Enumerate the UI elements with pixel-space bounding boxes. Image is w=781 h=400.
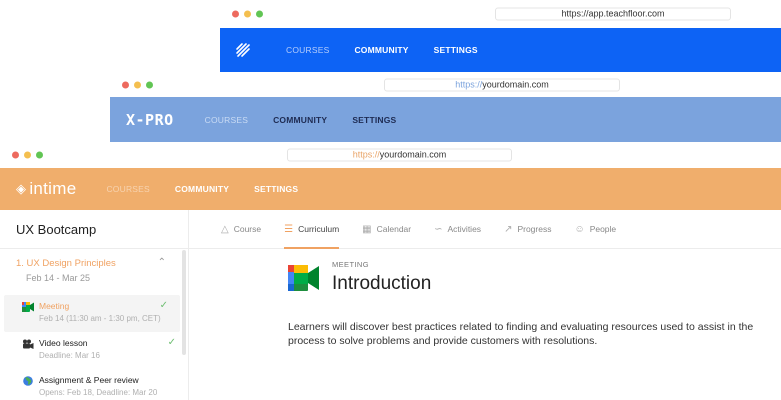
chevron-up-icon[interactable]: ⌃ [158, 257, 166, 268]
window-controls [12, 151, 43, 159]
description-line: Learners will discover best practices re… [288, 321, 754, 333]
lesson-content: △ Course ☰ Curriculum ▦ Calendar ∽ Activ… [189, 210, 781, 400]
url-host: yourdomain.com [482, 79, 549, 89]
tab-progress[interactable]: ↗ Progress [504, 210, 551, 248]
nav-community[interactable]: COMMUNITY [273, 115, 327, 125]
tab-label: Curriculum [298, 224, 340, 234]
check-icon: ✓ [167, 337, 176, 348]
lesson-item-video[interactable]: Video lesson Deadline: Mar 16 ✓ [0, 332, 188, 369]
tab-label: Course [233, 224, 262, 234]
address-bar[interactable]: https://yourdomain.com [384, 78, 620, 91]
lesson-item-assignment[interactable]: Assignment & Peer review Opens: Feb 18, … [0, 369, 188, 400]
course-tabs: △ Course ☰ Curriculum ▦ Calendar ∽ Activ… [189, 210, 781, 249]
minimize-dot[interactable] [134, 81, 141, 88]
activity-chart-icon: ∽ [434, 223, 443, 235]
list-icon: ☰ [284, 223, 294, 235]
lesson-item-meeting[interactable]: Meeting Feb 14 (11:30 am - 1:30 pm, CET)… [4, 295, 180, 332]
lesson-deadline: Deadline: Mar 16 [39, 351, 100, 360]
brand-name: intime [29, 179, 77, 198]
tab-activities[interactable]: ∽ Activities [434, 210, 481, 248]
video-camera-icon [23, 339, 34, 349]
window-controls [232, 10, 263, 18]
nav-settings[interactable]: SETTINGS [434, 45, 478, 55]
browser-window-xpro: https://yourdomain.com X-PRO COURSES COM… [110, 72, 781, 142]
browser-chrome: https://yourdomain.com [110, 72, 781, 97]
lesson-header: MEETING Introduction [288, 258, 431, 295]
tab-label: Activities [447, 224, 482, 234]
description-line: process to solve problems and provide cu… [288, 335, 598, 347]
top-nav: COURSES COMMUNITY SETTINGS [220, 28, 781, 72]
tab-curriculum[interactable]: ☰ Curriculum [284, 210, 340, 249]
tab-people[interactable]: ☺ People [574, 210, 616, 248]
teachfloor-logo-icon[interactable] [235, 42, 251, 58]
url-host: app.teachfloor.com [588, 8, 665, 19]
minimize-dot[interactable] [244, 10, 251, 18]
lesson-title: Introduction [332, 273, 432, 294]
graduation-cap-icon: △ [221, 223, 229, 235]
minimize-dot[interactable] [24, 151, 31, 159]
lesson-meta: MEETING Introduction [332, 258, 431, 295]
tab-label: Progress [517, 224, 552, 234]
course-sidebar: UX Bootcamp 1. UX Design Principles Feb … [0, 210, 189, 400]
google-meet-icon [22, 302, 34, 312]
close-dot[interactable] [232, 10, 239, 18]
url-scheme: https:// [561, 8, 589, 19]
top-nav: ◈ intime COURSES COMMUNITY SETTINGS [0, 168, 781, 210]
url-host: yourdomain.com [379, 149, 447, 160]
people-icon: ☺ [574, 223, 585, 235]
close-dot[interactable] [122, 81, 129, 88]
browser-chrome: https://app.teachfloor.com [220, 0, 781, 28]
maximize-dot[interactable] [36, 151, 43, 159]
nav-courses[interactable]: COURSES [286, 45, 329, 55]
browser-window-intime: https://yourdomain.com ◈ intime COURSES … [0, 142, 781, 400]
diamond-logo-icon: ◈ [16, 181, 27, 196]
nav-community[interactable]: COMMUNITY [354, 45, 408, 55]
maximize-dot[interactable] [146, 81, 153, 88]
xpro-logo[interactable]: X-PRO [126, 111, 174, 129]
url-scheme: https:// [352, 149, 380, 160]
lesson-type: MEETING [332, 260, 369, 269]
browser-window-teachfloor: https://app.teachfloor.com COURSES COMMU… [220, 0, 781, 72]
module-header[interactable]: 1. UX Design Principles Feb 14 - Mar 25 … [0, 249, 188, 295]
course-workspace: UX Bootcamp 1. UX Design Principles Feb … [0, 210, 781, 400]
address-bar[interactable]: https://yourdomain.com [287, 148, 512, 162]
nav-settings[interactable]: SETTINGS [352, 115, 396, 125]
lesson-schedule: Feb 14 (11:30 am - 1:30 pm, CET) [39, 314, 161, 323]
google-meet-icon [288, 265, 319, 291]
trend-line-icon: ↗ [504, 223, 513, 235]
tab-calendar[interactable]: ▦ Calendar [362, 210, 411, 248]
tab-course[interactable]: △ Course [221, 210, 261, 248]
nav-courses[interactable]: COURSES [106, 184, 149, 194]
top-nav: X-PRO COURSES COMMUNITY SETTINGS [110, 97, 781, 142]
lesson-deadline: Opens: Feb 18, Deadline: Mar 20 [39, 388, 158, 397]
tab-label: Calendar [376, 224, 412, 234]
lesson-description: Learners will discover best practices re… [288, 320, 781, 348]
screenshot-stage: https://app.teachfloor.com COURSES COMMU… [0, 0, 781, 400]
sidebar-scrollbar[interactable] [182, 250, 186, 355]
close-dot[interactable] [12, 151, 19, 159]
globe-icon [23, 376, 33, 386]
calendar-icon: ▦ [362, 223, 372, 235]
lesson-name: Assignment & Peer review [39, 375, 139, 385]
lesson-name: Meeting [39, 301, 70, 311]
nav-settings[interactable]: SETTINGS [254, 184, 298, 194]
address-bar[interactable]: https://app.teachfloor.com [495, 7, 731, 21]
tab-label: People [589, 224, 617, 234]
check-icon: ✓ [159, 300, 168, 311]
nav-courses[interactable]: COURSES [205, 115, 248, 125]
browser-chrome: https://yourdomain.com [0, 142, 781, 168]
maximize-dot[interactable] [256, 10, 263, 18]
module-title: 1. UX Design Principles [16, 258, 116, 269]
nav-community[interactable]: COMMUNITY [175, 184, 229, 194]
lesson-name: Video lesson [39, 338, 88, 348]
intime-logo[interactable]: ◈ intime [16, 179, 76, 199]
url-scheme: https:// [455, 79, 483, 89]
window-controls [122, 81, 153, 88]
module-dates: Feb 14 - Mar 25 [26, 273, 91, 283]
course-title: UX Bootcamp [0, 210, 188, 249]
